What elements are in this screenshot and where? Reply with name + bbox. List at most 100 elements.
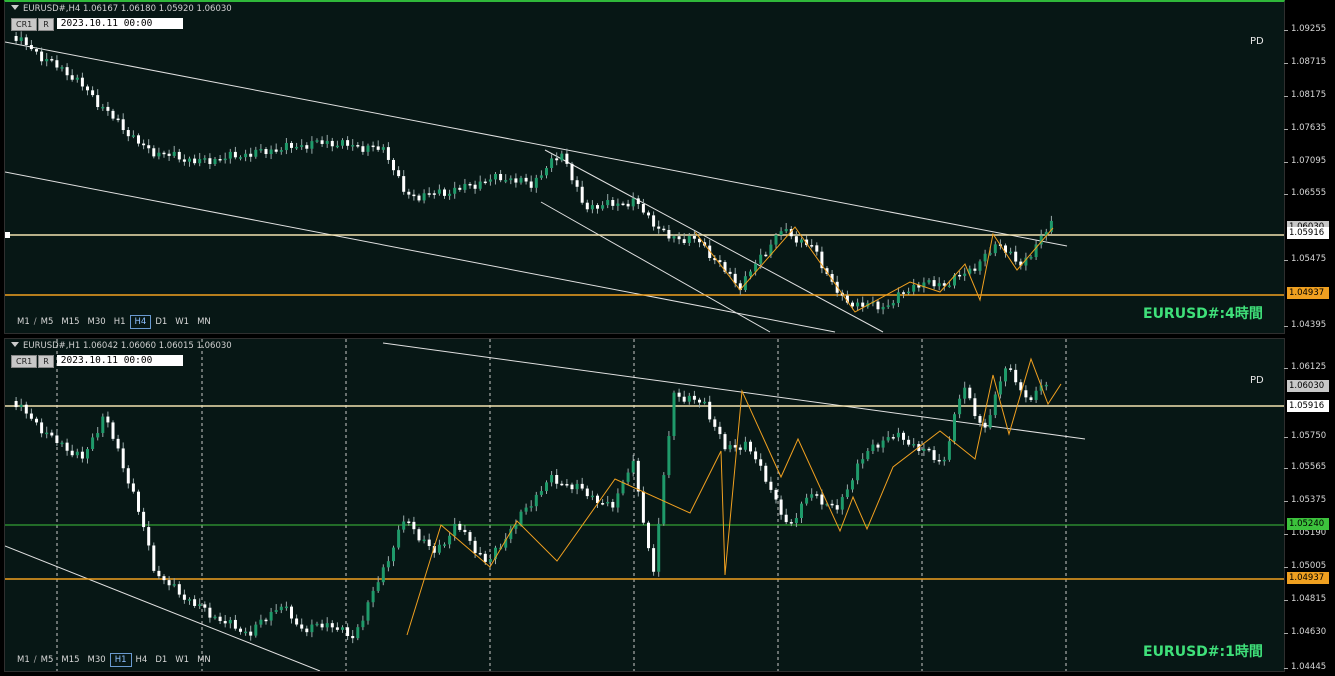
- h4-chart-area[interactable]: EURUSD#,H4 1.06167 1.06180 1.05920 1.060…: [4, 0, 1285, 334]
- h1-candle: [983, 422, 987, 428]
- h1-candle: [126, 468, 130, 484]
- h4-candle: [330, 140, 334, 147]
- r-button[interactable]: R: [38, 355, 54, 368]
- h4-candle: [585, 202, 589, 210]
- cr1-button[interactable]: CR1: [11, 355, 38, 368]
- h1-candle: [978, 416, 982, 423]
- h4-candle: [1029, 257, 1033, 259]
- tf-button-m1[interactable]: M1: [13, 654, 34, 666]
- h1-chart-area[interactable]: EURUSD#,H1 1.06042 1.06060 1.06015 1.060…: [4, 338, 1285, 672]
- h4-candle: [912, 284, 916, 292]
- h4-candle: [728, 271, 732, 274]
- dropdown-triangle-icon[interactable]: [11, 5, 19, 10]
- h1-candle: [279, 606, 283, 611]
- h1-candle: [35, 418, 38, 423]
- price-tick-label: 1.07095: [1283, 156, 1327, 166]
- h1-candle: [167, 580, 171, 586]
- dropdown-triangle-icon[interactable]: [11, 342, 19, 347]
- h1-candle: [351, 635, 355, 639]
- h1-chart-pane[interactable]: EURUSD#,H1 1.06042 1.06060 1.06015 1.060…: [0, 338, 1335, 676]
- h4-candle: [386, 147, 390, 160]
- h1-candle: [157, 570, 161, 577]
- zigzag-indicator: [694, 226, 1054, 313]
- tf-button-m15[interactable]: M15: [57, 316, 83, 328]
- tf-button-m15[interactable]: M15: [57, 654, 83, 666]
- h1-candle: [896, 432, 900, 438]
- h4-candle: [361, 146, 365, 152]
- tf-button-m30[interactable]: M30: [84, 654, 110, 666]
- r-button[interactable]: R: [38, 18, 54, 31]
- h1-candle: [483, 553, 487, 562]
- h1-candle: [264, 619, 268, 622]
- h4-candle: [856, 302, 860, 307]
- h1-candle: [759, 459, 763, 466]
- h1-candlestick-chart[interactable]: [5, 339, 1285, 671]
- h1-candle: [65, 442, 69, 451]
- h4-chart-pane[interactable]: EURUSD#,H4 1.06167 1.06180 1.05920 1.060…: [0, 0, 1335, 336]
- price-tick-label: 1.04630: [1283, 627, 1327, 637]
- h1-candle: [585, 488, 589, 497]
- h4-candle: [1009, 251, 1013, 254]
- h1-candle: [698, 399, 701, 403]
- tf-button-h1[interactable]: H1: [110, 316, 130, 328]
- tf-button-m5[interactable]: M5: [37, 316, 58, 328]
- h4-candle: [182, 159, 186, 162]
- tf-button-m30[interactable]: M30: [84, 316, 110, 328]
- h4-candle: [779, 231, 783, 235]
- h1-candle: [754, 451, 758, 460]
- tf-button-w1[interactable]: W1: [171, 654, 193, 666]
- h4-candle: [550, 158, 554, 169]
- h4-candle: [111, 110, 115, 119]
- h4-candle: [458, 187, 462, 190]
- h1-candle: [223, 621, 227, 624]
- h1-candle: [692, 395, 696, 400]
- h4-candle: [233, 151, 237, 158]
- h4-candlestick-chart[interactable]: [5, 2, 1285, 334]
- h4-candle: [529, 181, 533, 188]
- h4-candle: [682, 239, 686, 243]
- h4-candle: [341, 140, 344, 146]
- h4-candle: [565, 153, 569, 164]
- h4-candle: [596, 205, 599, 209]
- h4-price-axis[interactable]: 1.09255 1.08715 1.08175 1.07635 1.07095 1.065…: [1283, 0, 1335, 336]
- upper-level-tag: 1.05916: [1287, 400, 1329, 412]
- tf-button-h4[interactable]: H4: [132, 654, 152, 666]
- h4-candle: [570, 163, 574, 181]
- tf-button-mn[interactable]: MN: [193, 316, 215, 328]
- tf-button-mn[interactable]: MN: [193, 654, 215, 666]
- tf-button-m5[interactable]: M5: [37, 654, 58, 666]
- h1-candle: [310, 624, 314, 633]
- current-price-tag: 1.06030: [1287, 380, 1329, 392]
- h1-candle: [810, 494, 814, 498]
- h1-candle: [805, 497, 809, 504]
- h4-candle: [810, 245, 814, 247]
- tf-button-h1[interactable]: H1: [109, 653, 132, 667]
- h4-candle: [937, 283, 941, 287]
- h4-candle: [473, 184, 477, 189]
- h4-candle: [902, 292, 905, 294]
- h1-candle: [667, 436, 671, 476]
- h1-candle: [91, 437, 95, 450]
- price-tick-label: 1.05005: [1283, 561, 1327, 571]
- h4-candle: [509, 178, 513, 181]
- h1-candle: [993, 394, 997, 416]
- h1-candle: [789, 522, 793, 524]
- h1-price-axis[interactable]: 1.06125 1.05750 1.05565 1.05375 1.05190 1.050…: [1283, 338, 1335, 676]
- tf-button-d1[interactable]: D1: [151, 654, 171, 666]
- tf-button-d1[interactable]: D1: [151, 316, 171, 328]
- tf-button-h4[interactable]: H4: [129, 315, 152, 329]
- h4-candle: [560, 153, 564, 161]
- h1-candle: [188, 599, 191, 601]
- h4-candle: [351, 145, 355, 147]
- h1-candle: [198, 604, 202, 606]
- h4-candle: [647, 212, 650, 216]
- cr1-button[interactable]: CR1: [11, 18, 38, 31]
- date-field[interactable]: 2023.10.11 00:00: [56, 18, 183, 29]
- h1-candle: [458, 523, 462, 530]
- tf-button-w1[interactable]: W1: [171, 316, 193, 328]
- date-field[interactable]: 2023.10.11 00:00: [56, 355, 183, 366]
- tf-button-m1[interactable]: M1: [13, 316, 34, 328]
- h4-candle: [963, 273, 967, 276]
- h4-candle: [249, 153, 253, 157]
- h4-button-row: CR1 R 2023.10.11 00:00: [11, 18, 183, 31]
